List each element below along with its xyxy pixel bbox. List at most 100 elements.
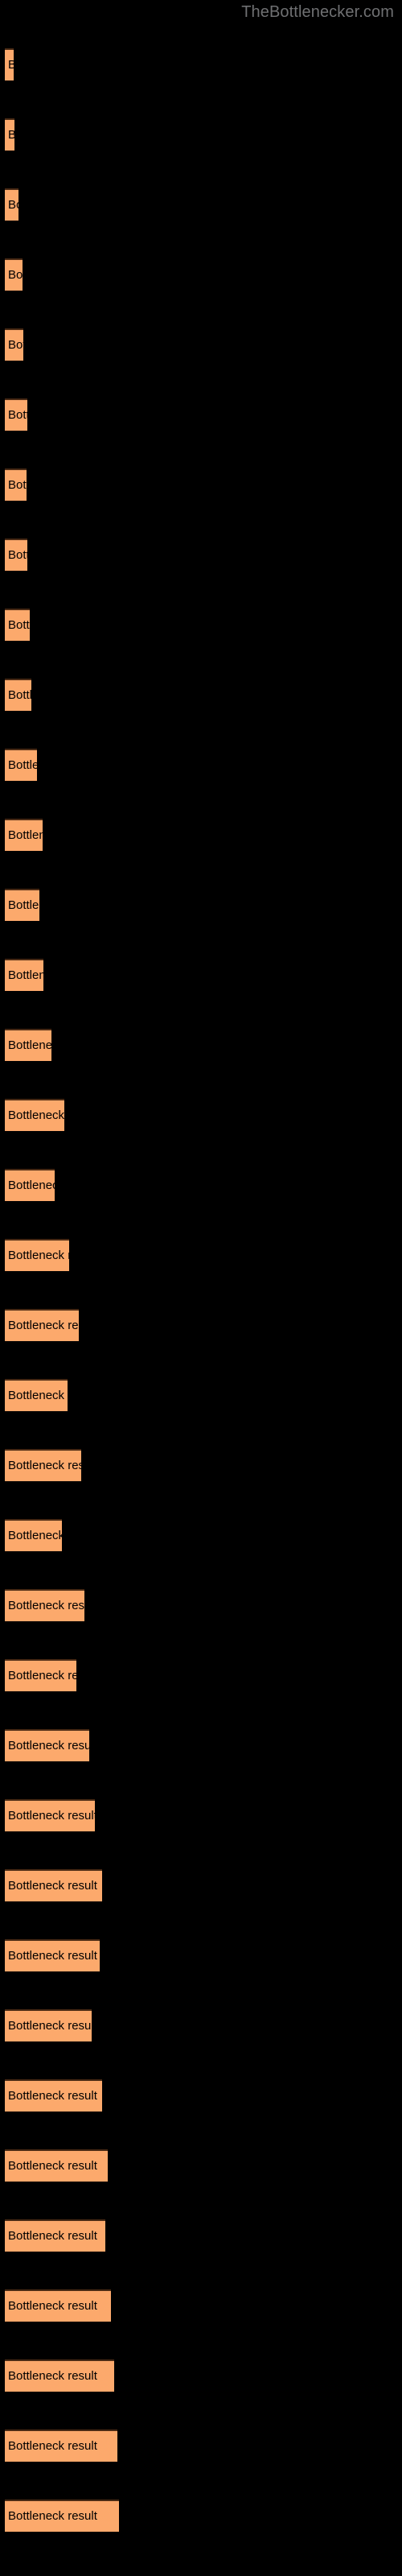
bar[interactable]: Bottleneck result	[5, 258, 23, 291]
bar-row: Bottleneck result	[0, 1029, 402, 1061]
bar-row: Bottleneck result	[0, 679, 402, 711]
bar-label: Bottleneck result	[8, 758, 37, 772]
bar-label: Bottleneck result	[8, 58, 14, 72]
page-root: TheBottlenecker.com Bottleneck resultBot…	[0, 0, 402, 2576]
bottleneck-bar-chart: Bottleneck result Bottleneck result Bottle…	[0, 0, 402, 2576]
bar-label: Bottleneck result	[8, 1879, 97, 1893]
bar[interactable]: Bottleneck result	[5, 889, 39, 921]
bar-row: Bottleneck result	[0, 1239, 402, 1271]
bar[interactable]: Bottleneck result	[5, 609, 30, 641]
bar[interactable]: Bottleneck result	[5, 749, 37, 781]
bar-label: Bottleneck result	[8, 2229, 97, 2243]
bar-label: Bottleneck result	[8, 478, 27, 492]
bar-label: Bottleneck result	[8, 128, 14, 142]
bar[interactable]: Bottleneck result	[5, 2149, 108, 2182]
bar-row: Bottleneck result	[0, 539, 402, 571]
bar-row: Bottleneck result	[0, 2009, 402, 2041]
bar-row: Bottleneck result	[0, 469, 402, 501]
bar-row: Bottleneck result	[0, 889, 402, 921]
bar-label: Bottleneck result	[8, 338, 23, 352]
bar-label: Bottleneck result	[8, 1179, 55, 1192]
bar-label: Bottleneck result	[8, 1038, 51, 1052]
bar-row: Bottleneck result	[0, 1729, 402, 1761]
bar-label: Bottleneck result	[8, 1389, 68, 1402]
bar[interactable]: Bottleneck result	[5, 2359, 114, 2392]
bar[interactable]: Bottleneck result	[5, 2500, 119, 2532]
bar-label: Bottleneck result	[8, 2159, 97, 2173]
bar-row: Bottleneck result	[0, 1449, 402, 1481]
bar-label: Bottleneck result	[8, 618, 30, 632]
bar-label: Bottleneck result	[8, 1739, 89, 1752]
bar-row: Bottleneck result	[0, 48, 402, 80]
bar-label: Bottleneck result	[8, 1809, 95, 1823]
bar-row: Bottleneck result	[0, 819, 402, 851]
bar[interactable]: Bottleneck result	[5, 1309, 79, 1341]
bar[interactable]: Bottleneck result	[5, 48, 14, 80]
bar-row: Bottleneck result	[0, 1869, 402, 1901]
bar-label: Bottleneck result	[8, 688, 31, 702]
bar[interactable]: Bottleneck result	[5, 2289, 111, 2322]
bar-row: Bottleneck result	[0, 398, 402, 431]
bar-row: Bottleneck result	[0, 1169, 402, 1201]
bar-label: Bottleneck result	[8, 1669, 76, 1682]
bar-row: Bottleneck result	[0, 1309, 402, 1341]
bar-label: Bottleneck result	[8, 968, 43, 982]
bar-row: Bottleneck result	[0, 2219, 402, 2252]
bar[interactable]: Bottleneck result	[5, 819, 43, 851]
bar-row: Bottleneck result	[0, 2500, 402, 2532]
bar-label: Bottleneck result	[8, 2089, 97, 2103]
bar[interactable]: Bottleneck result	[5, 1099, 64, 1131]
bar-row: Bottleneck result	[0, 1589, 402, 1621]
bar[interactable]: Bottleneck result	[5, 2219, 105, 2252]
bar[interactable]: Bottleneck result	[5, 2079, 102, 2112]
bar-label: Bottleneck result	[8, 1529, 62, 1542]
bar[interactable]: Bottleneck result	[5, 1939, 100, 1971]
bar-row: Bottleneck result	[0, 1379, 402, 1411]
bar[interactable]: Bottleneck result	[5, 1449, 81, 1481]
bar[interactable]: Bottleneck result	[5, 539, 27, 571]
bar[interactable]: Bottleneck result	[5, 2429, 117, 2462]
bar-label: Bottleneck result	[8, 1599, 84, 1612]
bar[interactable]: Bottleneck result	[5, 1799, 95, 1831]
bar[interactable]: Bottleneck result	[5, 1029, 51, 1061]
bar[interactable]: Bottleneck result	[5, 1169, 55, 1201]
bar-label: Bottleneck result	[8, 1459, 81, 1472]
bar-row: Bottleneck result	[0, 749, 402, 781]
bar-row: Bottleneck result	[0, 2149, 402, 2182]
bar-row: Bottleneck result	[0, 188, 402, 221]
bar-row: Bottleneck result	[0, 2079, 402, 2112]
bar-label: Bottleneck result	[8, 1319, 79, 1332]
bar[interactable]: Bottleneck result	[5, 1519, 62, 1551]
bar[interactable]: Bottleneck result	[5, 1239, 69, 1271]
bar-label: Bottleneck result	[8, 548, 27, 562]
bar[interactable]: Bottleneck result	[5, 1659, 76, 1691]
bar-label: Bottleneck result	[8, 2439, 97, 2453]
bar[interactable]: Bottleneck result	[5, 328, 23, 361]
bar-row: Bottleneck result	[0, 2289, 402, 2322]
bar-row: Bottleneck result	[0, 328, 402, 361]
bar-row: Bottleneck result	[0, 1939, 402, 1971]
bar-label: Bottleneck result	[8, 408, 27, 422]
bar-row: Bottleneck result	[0, 2429, 402, 2462]
bar[interactable]: Bottleneck result	[5, 2009, 92, 2041]
bar-row: Bottleneck result	[0, 959, 402, 991]
bar-label: Bottleneck result	[8, 2369, 97, 2383]
bar-label: Bottleneck result	[8, 1108, 64, 1122]
bar-row: Bottleneck result	[0, 1519, 402, 1551]
bar[interactable]: Bottleneck result	[5, 188, 18, 221]
bar[interactable]: Bottleneck result	[5, 1869, 102, 1901]
bar-label: Bottleneck result	[8, 268, 23, 282]
bar-row: Bottleneck result	[0, 2359, 402, 2392]
bar-label: Bottleneck result	[8, 198, 18, 212]
bar[interactable]: Bottleneck result	[5, 469, 27, 501]
bar-label: Bottleneck result	[8, 2299, 97, 2313]
bar[interactable]: Bottleneck result	[5, 959, 43, 991]
bar-row: Bottleneck result	[0, 1659, 402, 1691]
bar-row: Bottleneck result	[0, 1799, 402, 1831]
bar[interactable]: Bottleneck result	[5, 398, 27, 431]
bar[interactable]: Bottleneck result	[5, 679, 31, 711]
bar[interactable]: Bottleneck result	[5, 1589, 84, 1621]
bar[interactable]: Bottleneck result	[5, 118, 14, 151]
bar[interactable]: Bottleneck result	[5, 1379, 68, 1411]
bar[interactable]: Bottleneck result	[5, 1729, 89, 1761]
